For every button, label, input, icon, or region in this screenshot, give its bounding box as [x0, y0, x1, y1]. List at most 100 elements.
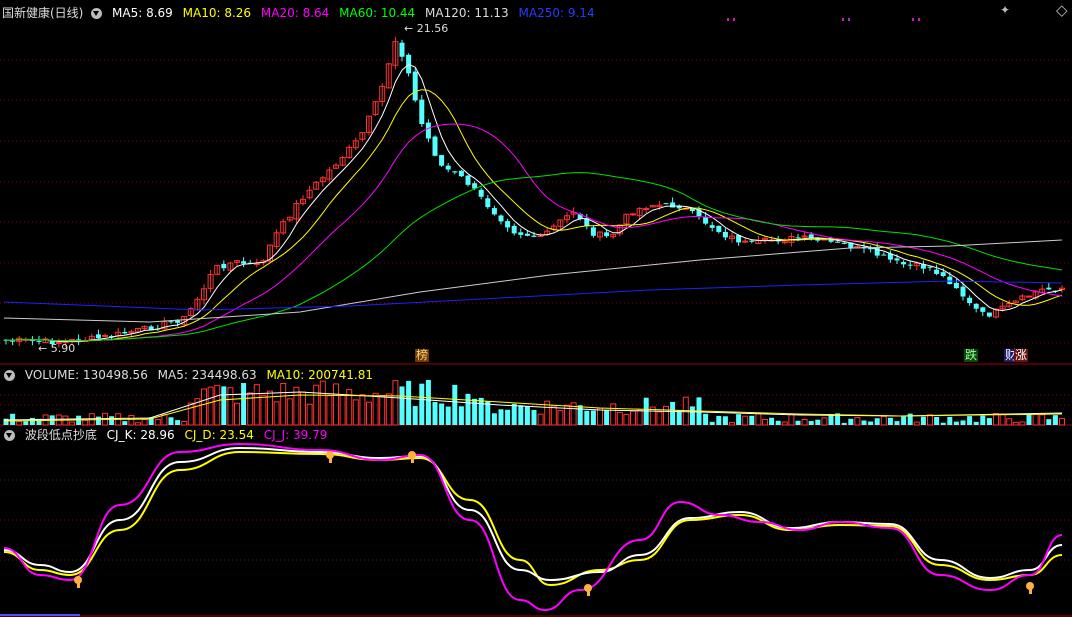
volume-bar [769, 417, 775, 425]
volume-bar [95, 416, 101, 425]
candle-body [439, 155, 445, 166]
candle-body [241, 261, 247, 264]
ma60-value: MA60: 10.44 [339, 6, 416, 20]
ma20-value: MA20: 8.64 [260, 6, 330, 20]
candle-body [722, 231, 728, 238]
volume-bar [432, 402, 438, 425]
ma60-line [5, 172, 1063, 342]
volume-bar [419, 383, 425, 425]
volume-bar [221, 386, 227, 425]
triangle-down-icon[interactable] [91, 8, 103, 19]
volume-bar [485, 401, 491, 425]
volume-bar [861, 420, 867, 425]
volume-bar [319, 380, 326, 426]
tag-zhang[interactable]: 涨 [1014, 349, 1029, 362]
volume-bar [630, 410, 636, 426]
indicator-name[interactable]: 波段低点抄底 [25, 428, 97, 442]
cj-k-value: CJ_K: 28.96 [106, 428, 175, 442]
volume-value: VOLUME: 130498.56 [24, 368, 148, 382]
volume-ma10-value: MA10: 200741.81 [266, 368, 374, 382]
volume-bar [531, 409, 537, 425]
volume-bar [801, 418, 808, 426]
volume-bar [656, 411, 663, 426]
candle-body [986, 312, 992, 317]
volume-bar [1006, 418, 1013, 426]
candle-body [927, 266, 933, 268]
volume-bar [815, 419, 821, 425]
candle-body [412, 71, 418, 101]
volume-bar [676, 410, 682, 425]
volume-bar [518, 405, 524, 425]
candle-body [841, 242, 847, 244]
volume-bar [736, 414, 742, 425]
ma5-line [5, 63, 1063, 343]
volume-bar [762, 419, 768, 426]
candle-body [940, 272, 946, 277]
candle-body [491, 208, 497, 215]
volume-bar [1019, 421, 1026, 426]
volume-bar [550, 405, 557, 426]
volume-bar [392, 380, 399, 426]
volume-bar [128, 414, 135, 426]
volume-bar [359, 394, 366, 426]
volume-bar [280, 382, 287, 426]
volume-bar [716, 415, 722, 425]
volume-bar [109, 416, 115, 425]
event-tick [727, 18, 729, 21]
volume-bar [636, 409, 643, 426]
candle-body [742, 240, 749, 243]
close-icon[interactable]: ◇ [1056, 1, 1068, 19]
volume-bar [709, 421, 715, 425]
volume-bar [227, 387, 234, 426]
candle-body [703, 216, 709, 224]
chart-canvas[interactable] [0, 0, 1072, 617]
price-panel-header: 国新健康(日线) MA5: 8.69 MA10: 8.26 MA20: 8.64… [2, 4, 601, 22]
ma5-value: MA5: 8.69 [112, 6, 173, 20]
candle-body [894, 258, 900, 261]
volume-bar [175, 420, 181, 425]
event-tick [918, 18, 920, 21]
triangle-down-icon[interactable] [4, 430, 15, 441]
candle-body [122, 331, 128, 334]
low-price-label: ← 5.90 [38, 342, 76, 355]
volume-bar [703, 413, 709, 425]
volume-bar [1039, 414, 1046, 426]
candle-body [960, 286, 966, 297]
volume-bar [154, 419, 161, 426]
volume-bar [260, 394, 267, 426]
tag-bang[interactable]: 榜 [415, 349, 430, 362]
high-price-label: ← 21.56 [404, 22, 449, 35]
candle-body [749, 240, 755, 242]
settings-icon[interactable]: ✦ [1000, 3, 1010, 17]
volume-bar [425, 380, 431, 425]
candle-body [716, 225, 722, 232]
candle-body [221, 263, 227, 269]
volume-bar [306, 403, 313, 426]
cj-j-line [3, 442, 1063, 612]
cj-d-value: CJ_D: 23.54 [184, 428, 254, 442]
tag-die[interactable]: 跌 [964, 349, 979, 362]
volume-bar [604, 410, 610, 425]
volume-bar [286, 398, 293, 426]
volume-bar [234, 402, 240, 426]
volume-ma5-value: MA5: 234498.63 [157, 368, 257, 382]
volume-bar [781, 421, 788, 426]
volume-bar [326, 395, 333, 426]
candle-body [419, 99, 425, 125]
volume-bar [841, 422, 847, 425]
volume-bar [524, 406, 530, 425]
volume-bar [412, 406, 418, 425]
volume-bar [597, 407, 603, 426]
stock-title[interactable]: 国新健康(日线) [2, 6, 83, 20]
candle-body [432, 136, 438, 156]
hand-pointer-icon [77, 582, 80, 588]
candle-body [168, 321, 174, 323]
volume-bar [927, 414, 933, 426]
volume-bar [207, 386, 214, 426]
candle-body [709, 225, 715, 228]
candle-body [835, 241, 841, 243]
ma120-value: MA120: 11.13 [425, 6, 509, 20]
volume-bar [372, 392, 379, 426]
volume-bar [623, 414, 630, 426]
triangle-down-icon[interactable] [4, 370, 15, 381]
